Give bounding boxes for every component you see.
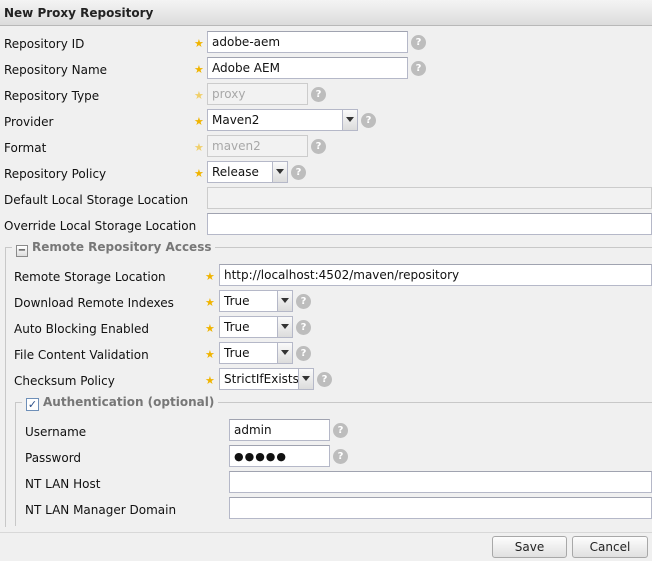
required-star-icon: ★ xyxy=(205,296,215,309)
save-button[interactable]: Save xyxy=(492,536,567,558)
required-star-icon: ★ xyxy=(194,115,204,128)
chevron-down-icon[interactable] xyxy=(277,343,292,363)
remote-storage-input[interactable]: http://localhost:4502/maven/repository xyxy=(219,264,652,286)
help-icon[interactable]: ? xyxy=(317,372,332,387)
required-star-icon: ★ xyxy=(194,167,204,180)
auto-blocking-select[interactable]: True xyxy=(219,316,293,338)
password-input[interactable]: ●●●●● xyxy=(229,445,330,467)
required-star-icon: ★ xyxy=(194,89,204,102)
nt-domain-label: NT LAN Manager Domain xyxy=(25,503,177,517)
file-validation-value: True xyxy=(224,346,250,360)
help-icon[interactable]: ? xyxy=(311,139,326,154)
auto-blocking-value: True xyxy=(224,320,250,334)
repository-id-input[interactable]: adobe-aem xyxy=(207,31,408,53)
help-icon[interactable]: ? xyxy=(296,320,311,335)
repository-name-label: Repository Name xyxy=(4,63,108,77)
nt-domain-input[interactable] xyxy=(229,497,652,519)
repository-name-input[interactable]: Adobe AEM xyxy=(207,57,408,79)
file-validation-label: File Content Validation xyxy=(14,348,149,362)
auth-fieldset-legend[interactable]: ✓ Authentication (optional) xyxy=(22,395,219,411)
remote-fieldset-legend[interactable]: − Remote Repository Access xyxy=(12,240,216,257)
nt-host-input[interactable] xyxy=(229,471,652,493)
cancel-button[interactable]: Cancel xyxy=(572,536,648,558)
required-star-icon: ★ xyxy=(205,322,215,335)
collapse-icon[interactable]: − xyxy=(16,245,28,257)
repository-policy-label: Repository Policy xyxy=(4,167,107,181)
help-icon[interactable]: ? xyxy=(296,294,311,309)
checksum-policy-value: StrictIfExists xyxy=(224,372,299,386)
remote-fieldset-border xyxy=(5,247,6,527)
required-star-icon: ★ xyxy=(194,37,204,50)
window-title: New Proxy Repository xyxy=(4,6,154,20)
override-storage-label: Override Local Storage Location xyxy=(4,219,197,233)
download-indexes-select[interactable]: True xyxy=(219,290,293,312)
help-icon[interactable]: ? xyxy=(361,113,376,128)
auth-checkbox[interactable]: ✓ xyxy=(26,398,39,411)
checksum-policy-select[interactable]: StrictIfExists xyxy=(219,368,314,390)
required-star-icon: ★ xyxy=(205,374,215,387)
default-storage-input xyxy=(207,187,652,209)
provider-label: Provider xyxy=(4,115,54,129)
override-storage-input[interactable] xyxy=(207,213,652,235)
help-icon[interactable]: ? xyxy=(296,346,311,361)
auth-fieldset-border xyxy=(15,402,16,526)
chevron-down-icon[interactable] xyxy=(277,317,292,337)
footer-divider xyxy=(0,532,652,533)
auth-legend-text: Authentication (optional) xyxy=(43,395,215,409)
provider-select-value: Maven2 xyxy=(212,113,260,127)
repository-policy-value: Release xyxy=(212,165,259,179)
help-icon[interactable]: ? xyxy=(311,87,326,102)
nt-host-label: NT LAN Host xyxy=(25,477,101,491)
repository-id-label: Repository ID xyxy=(4,37,85,51)
chevron-down-icon[interactable] xyxy=(298,369,313,389)
help-icon[interactable]: ? xyxy=(411,61,426,76)
remote-storage-label: Remote Storage Location xyxy=(14,270,166,284)
repository-type-label: Repository Type xyxy=(4,89,100,103)
required-star-icon: ★ xyxy=(194,63,204,76)
file-validation-select[interactable]: True xyxy=(219,342,293,364)
help-icon[interactable]: ? xyxy=(333,449,348,464)
provider-select[interactable]: Maven2 xyxy=(207,109,358,131)
format-input: maven2 xyxy=(207,135,308,157)
chevron-down-icon[interactable] xyxy=(277,291,292,311)
format-label: Format xyxy=(4,141,47,155)
help-icon[interactable]: ? xyxy=(333,423,348,438)
default-storage-label: Default Local Storage Location xyxy=(4,193,189,207)
username-input[interactable]: admin xyxy=(229,419,330,441)
username-label: Username xyxy=(25,425,87,439)
checksum-policy-label: Checksum Policy xyxy=(14,374,115,388)
help-icon[interactable]: ? xyxy=(291,165,306,180)
download-indexes-label: Download Remote Indexes xyxy=(14,296,174,310)
password-label: Password xyxy=(25,451,82,465)
repository-type-input: proxy xyxy=(207,83,308,105)
chevron-down-icon[interactable] xyxy=(272,162,287,182)
required-star-icon: ★ xyxy=(194,141,204,154)
chevron-down-icon[interactable] xyxy=(342,110,357,130)
required-star-icon: ★ xyxy=(205,348,215,361)
repository-policy-select[interactable]: Release xyxy=(207,161,288,183)
auto-blocking-label: Auto Blocking Enabled xyxy=(14,322,149,336)
help-icon[interactable]: ? xyxy=(411,35,426,50)
download-indexes-value: True xyxy=(224,294,250,308)
required-star-icon: ★ xyxy=(205,270,215,283)
remote-legend-text: Remote Repository Access xyxy=(32,240,212,254)
